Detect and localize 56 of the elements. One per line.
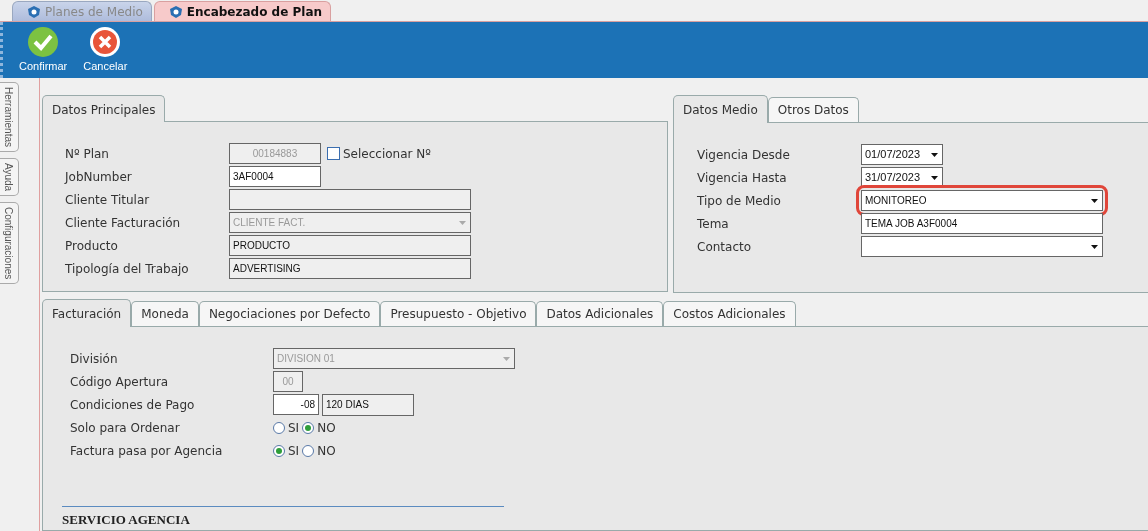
side-tab[interactable]: Herramientas — [0, 82, 19, 153]
document-tab[interactable]: Encabezado de Plan — [153, 1, 332, 21]
field-label: Tipo de Medio — [697, 192, 781, 210]
field-label: Tipología del Trabajo — [65, 260, 189, 278]
panel-tab[interactable]: Costos Adicionales — [663, 301, 796, 326]
field-label: Condiciones de Pago — [70, 396, 195, 414]
caret-icon — [1090, 243, 1099, 250]
panel-tab[interactable]: Datos Adicionales — [536, 301, 664, 326]
field-label: Contacto — [697, 238, 752, 256]
dropdown[interactable] — [861, 236, 1103, 257]
panel-tab[interactable]: Datos Principales — [42, 95, 166, 122]
panel-tab[interactable]: Negociaciones por Defecto — [198, 301, 381, 326]
field-label: JobNumber — [65, 168, 132, 186]
side-tab[interactable]: Ayuda — [0, 158, 19, 197]
dropdown[interactable]: MONITOREO — [861, 190, 1103, 211]
panel-tab[interactable]: Moneda — [131, 301, 199, 326]
caret-icon — [930, 151, 939, 158]
caret-icon — [502, 355, 511, 362]
input-field[interactable] — [229, 189, 471, 210]
checkmark-icon — [27, 26, 60, 58]
field-label: Vigencia Desde — [697, 146, 790, 164]
input-field[interactable]: -08 — [273, 394, 319, 415]
date-picker[interactable]: 01/07/2023 — [861, 144, 943, 165]
field-label: División — [70, 350, 118, 368]
field-label: Cliente Titular — [65, 191, 150, 209]
panel-tab[interactable]: Otros Datos — [767, 97, 859, 122]
caret-icon — [458, 219, 467, 226]
close-icon — [89, 26, 122, 58]
field-label: Código Apertura — [70, 373, 169, 391]
shield-icon — [27, 4, 41, 19]
panel-tab[interactable]: Facturación — [42, 299, 132, 327]
panel-tab[interactable]: Presupuesto - Objetivo — [380, 301, 537, 326]
radio-option[interactable]: SI — [273, 441, 300, 460]
cancel-button[interactable]: Cancelar — [81, 26, 130, 78]
input-field[interactable]: 3AF0004 — [229, 166, 321, 187]
field-label: Nº Plan — [65, 145, 109, 163]
input-field[interactable]: TEMA JOB A3F0004 — [861, 213, 1103, 234]
caret-icon — [930, 174, 939, 181]
input-field: 120 DIAS — [322, 393, 414, 416]
confirm-button[interactable]: Confirmar — [17, 26, 70, 78]
side-tab[interactable]: Configuraciones — [0, 202, 19, 285]
field-label: Factura pasa por Agencia — [70, 442, 223, 460]
radio-option[interactable]: NO — [302, 441, 336, 460]
field-label: Cliente Facturación — [65, 214, 181, 232]
input-field[interactable]: ADVERTISING — [229, 258, 471, 279]
field-label: Tema — [697, 215, 729, 233]
radio-option[interactable]: SI — [273, 418, 300, 437]
shield-icon — [168, 4, 183, 19]
field-label: Vigencia Hasta — [697, 169, 787, 187]
input-field[interactable]: PRODUCTO — [229, 235, 471, 256]
caret-icon — [1090, 197, 1099, 204]
radio-option[interactable]: NO — [302, 418, 336, 437]
panel-tab[interactable]: Datos Medio — [673, 95, 768, 123]
field-label: Producto — [65, 237, 118, 255]
field-label: Solo para Ordenar — [70, 419, 180, 437]
section-title: SERVICIO AGENCIA — [62, 506, 504, 530]
